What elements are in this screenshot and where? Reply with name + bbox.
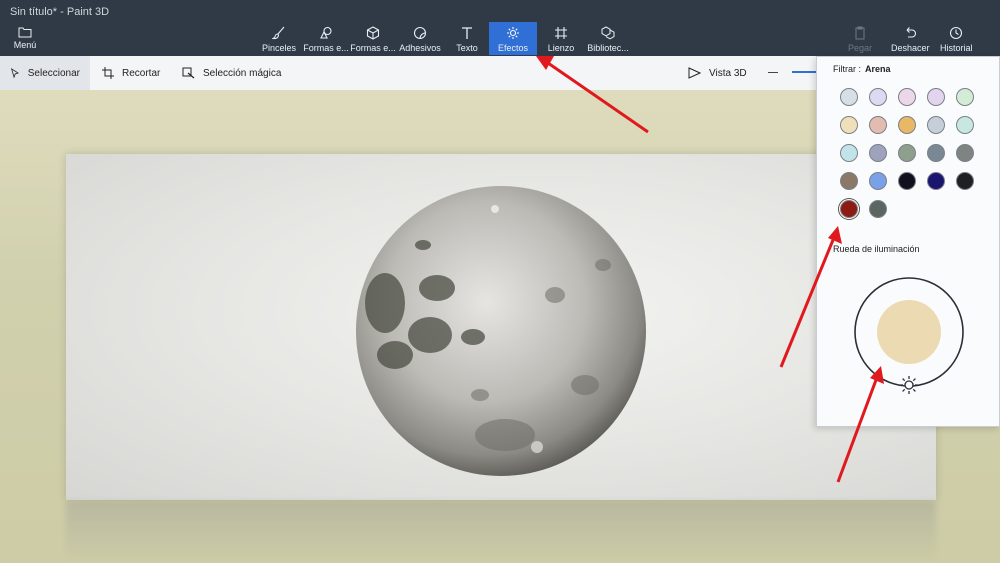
shapes-3d-icon bbox=[366, 26, 380, 40]
undo-button[interactable]: Deshacer bbox=[891, 26, 930, 53]
color-swatch[interactable] bbox=[927, 172, 945, 190]
color-swatch[interactable] bbox=[840, 144, 858, 162]
effects-icon bbox=[507, 27, 519, 39]
moon-image[interactable] bbox=[355, 185, 647, 477]
library-icon bbox=[601, 26, 615, 40]
view-3d-label: Vista 3D bbox=[709, 67, 747, 79]
color-swatch[interactable] bbox=[927, 116, 945, 134]
view-3d-button[interactable]: Vista 3D bbox=[678, 56, 757, 90]
history-label: Historial bbox=[940, 43, 973, 53]
window-title: Sin título* - Paint 3D bbox=[10, 6, 110, 18]
tool-texto[interactable]: Texto bbox=[443, 26, 491, 53]
filter-row: Filtrar : Arena bbox=[833, 64, 891, 74]
shapes-2d-icon bbox=[320, 26, 332, 39]
color-swatch[interactable] bbox=[956, 144, 974, 162]
tool-lienzo[interactable]: Lienzo bbox=[537, 26, 585, 53]
menu-button[interactable]: Menú bbox=[10, 26, 40, 50]
lighting-wheel[interactable] bbox=[853, 276, 965, 388]
color-swatch[interactable] bbox=[927, 88, 945, 106]
history-button[interactable]: Historial bbox=[940, 26, 973, 53]
color-swatch[interactable] bbox=[869, 172, 887, 190]
canvas-icon bbox=[555, 27, 567, 39]
tool-label: Efectos bbox=[497, 43, 528, 53]
cursor-icon bbox=[10, 68, 20, 79]
history-icon bbox=[950, 26, 963, 40]
paste-button[interactable]: Pegar bbox=[848, 26, 872, 53]
title-bar: Sin título* - Paint 3D Menú Pinceles For… bbox=[0, 0, 1000, 56]
tool-formas-2d[interactable]: Formas e... bbox=[302, 26, 350, 53]
color-swatch[interactable] bbox=[840, 116, 858, 134]
color-swatch[interactable] bbox=[840, 200, 858, 218]
sticker-icon bbox=[413, 26, 427, 40]
undo-label: Deshacer bbox=[891, 43, 930, 53]
undo-icon bbox=[906, 27, 917, 38]
tool-label: Adhesivos bbox=[399, 43, 441, 53]
tool-efectos[interactable]: Efectos bbox=[489, 22, 537, 55]
tool-label: Pinceles bbox=[261, 43, 297, 53]
filter-value: Arena bbox=[865, 64, 891, 74]
tool-label: Formas e... bbox=[303, 43, 349, 53]
color-swatch[interactable] bbox=[869, 144, 887, 162]
select-button[interactable]: Seleccionar bbox=[0, 56, 90, 90]
filter-label: Filtrar : bbox=[833, 64, 861, 74]
tool-label: Texto bbox=[456, 43, 478, 53]
tool-label: Bibliotec... bbox=[587, 43, 629, 53]
sun-icon[interactable] bbox=[899, 375, 919, 395]
brush-icon bbox=[272, 26, 285, 40]
color-swatch[interactable] bbox=[869, 116, 887, 134]
color-swatch[interactable] bbox=[840, 172, 858, 190]
crop-button[interactable]: Recortar bbox=[92, 56, 170, 90]
tool-biblioteca[interactable]: Bibliotec... bbox=[584, 26, 632, 53]
color-swatch[interactable] bbox=[898, 116, 916, 134]
color-swatch[interactable] bbox=[956, 88, 974, 106]
magic-select-icon bbox=[182, 67, 195, 79]
color-swatch[interactable] bbox=[927, 144, 945, 162]
effects-panel: Filtrar : Arena Rueda de iluminación bbox=[816, 56, 1000, 427]
color-swatch[interactable] bbox=[898, 144, 916, 162]
menu-label: Menú bbox=[13, 40, 37, 50]
color-swatch[interactable] bbox=[898, 88, 916, 106]
tool-formas-3d[interactable]: Formas e... bbox=[349, 26, 397, 53]
magic-select-label: Selección mágica bbox=[203, 67, 282, 79]
color-swatch[interactable] bbox=[869, 200, 887, 218]
select-label: Seleccionar bbox=[27, 67, 80, 79]
color-swatch[interactable] bbox=[840, 88, 858, 106]
tool-adhesivos[interactable]: Adhesivos bbox=[396, 26, 444, 53]
color-swatch[interactable] bbox=[956, 172, 974, 190]
light-wheel-label: Rueda de iluminación bbox=[833, 244, 920, 254]
view-3d-icon bbox=[688, 67, 701, 79]
paste-label: Pegar bbox=[848, 43, 873, 53]
magic-select-button[interactable]: Selección mágica bbox=[172, 56, 291, 90]
text-icon bbox=[462, 27, 472, 39]
crop-icon bbox=[102, 67, 114, 79]
color-swatch[interactable] bbox=[869, 88, 887, 106]
tool-label: Formas e... bbox=[350, 43, 396, 53]
zoom-minus[interactable] bbox=[768, 72, 778, 73]
canvas-reflection bbox=[66, 502, 936, 562]
color-swatch[interactable] bbox=[956, 116, 974, 134]
crop-label: Recortar bbox=[122, 67, 161, 79]
tool-label: Lienzo bbox=[547, 43, 575, 53]
folder-icon bbox=[18, 27, 32, 38]
color-swatch[interactable] bbox=[898, 172, 916, 190]
paste-icon bbox=[855, 26, 865, 40]
tool-pinceles[interactable]: Pinceles bbox=[255, 26, 303, 53]
